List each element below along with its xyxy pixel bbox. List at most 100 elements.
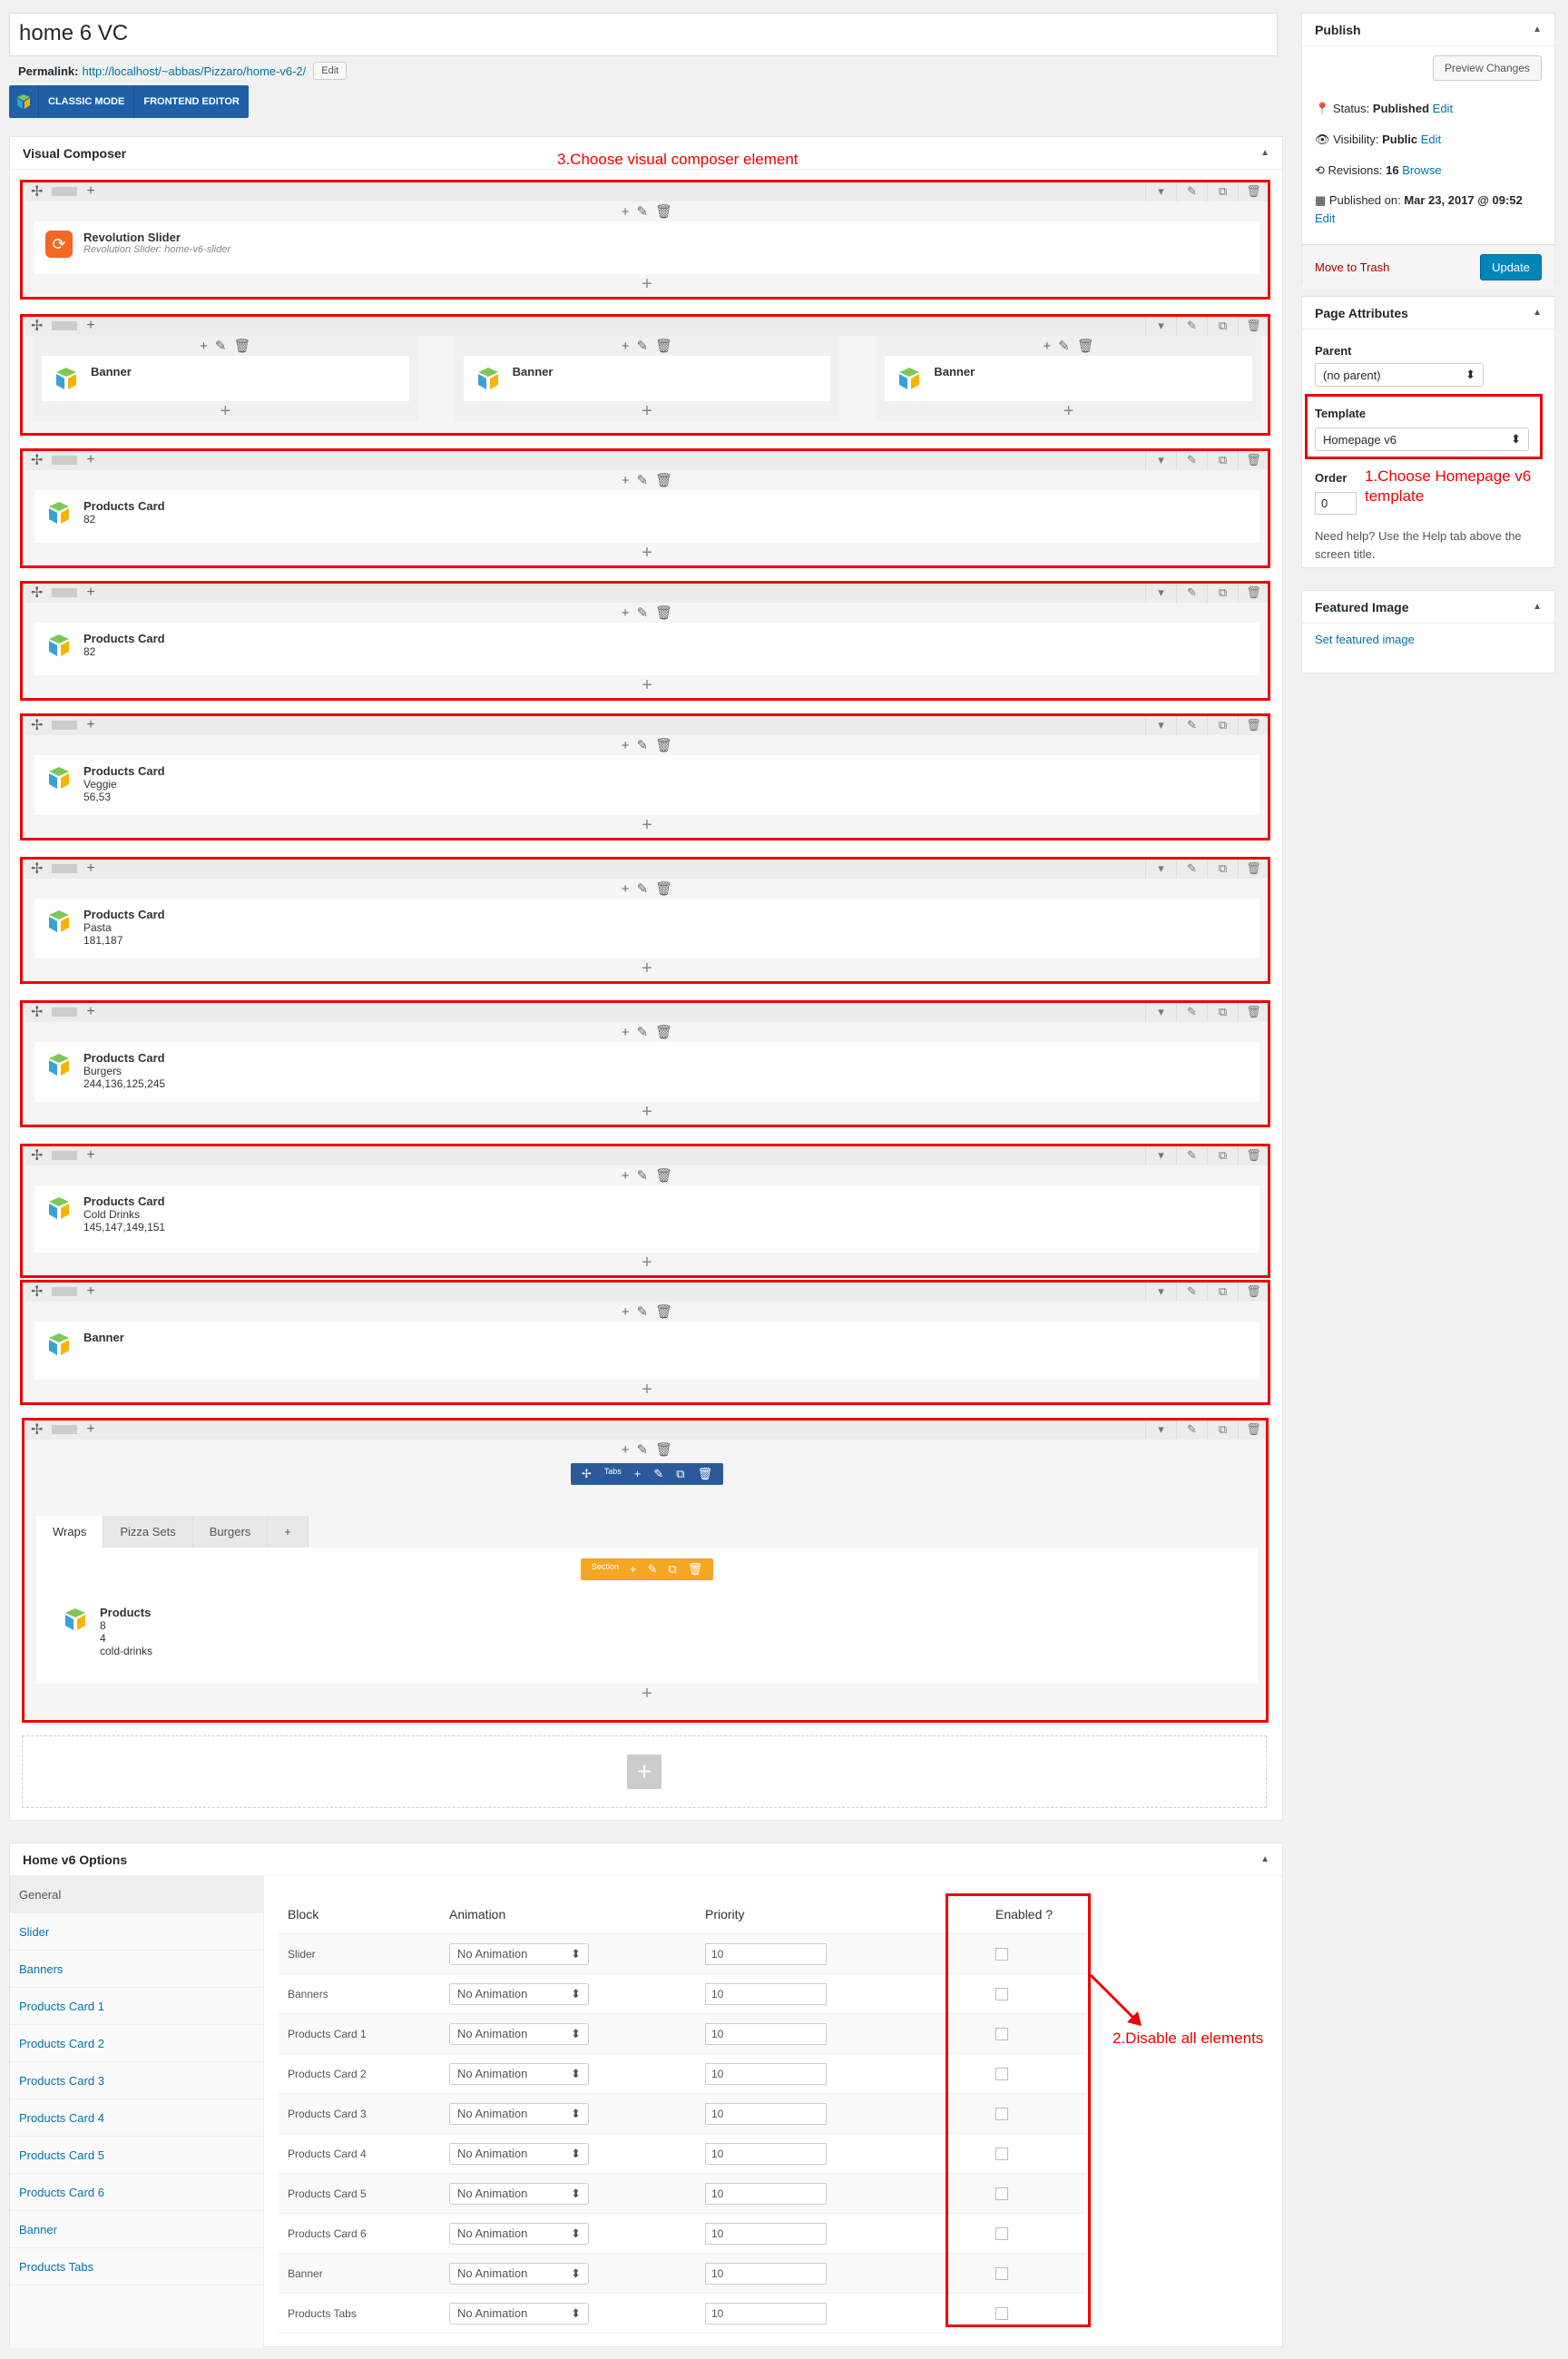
published-value: Mar 23, 2017 @ 09:52 bbox=[1404, 193, 1523, 207]
calendar-icon: ▦ bbox=[1315, 193, 1327, 207]
permalink-edit-button[interactable]: Edit bbox=[313, 62, 348, 80]
preview-changes-button[interactable]: Preview Changes bbox=[1432, 55, 1542, 81]
options-nav-item[interactable]: Products Card 5 bbox=[10, 2137, 263, 2174]
header-block: Block bbox=[288, 1906, 319, 1922]
options-title: Home v6 Options bbox=[23, 1852, 128, 1867]
published-edit-link[interactable]: Edit bbox=[1315, 211, 1335, 225]
options-nav-item[interactable]: Products Card 6 bbox=[10, 2174, 263, 2211]
animation-value: No Animation bbox=[457, 1987, 528, 2000]
select-arrow-icon: ⬍ bbox=[571, 1946, 581, 1961]
options-nav-item[interactable]: Products Tabs bbox=[10, 2248, 263, 2285]
parent-value: (no parent) bbox=[1323, 368, 1381, 382]
block-name: Banners bbox=[288, 1987, 328, 2000]
header-priority: Priority bbox=[705, 1906, 745, 1922]
history-icon: ⟲ bbox=[1315, 163, 1325, 177]
row-highlight bbox=[20, 448, 1270, 568]
annotation-choose-template: 1.Choose Homepage v6 template bbox=[1365, 467, 1532, 505]
status-value: Published bbox=[1372, 102, 1430, 115]
animation-value: No Animation bbox=[457, 2067, 528, 2080]
priority-input[interactable]: 10 bbox=[705, 2022, 827, 2045]
animation-value: No Animation bbox=[457, 2266, 528, 2280]
permalink: Permalink: http://localhost/~abbas/Pizza… bbox=[18, 62, 348, 80]
block-name: Products Card 3 bbox=[288, 2107, 367, 2120]
panel-title: Visual Composer bbox=[23, 145, 127, 161]
options-nav-item[interactable]: General bbox=[10, 1876, 263, 1913]
options-nav-item[interactable]: Products Card 2 bbox=[10, 2025, 263, 2062]
attributes-header[interactable]: Page Attributes ▲ bbox=[1302, 297, 1554, 329]
parent-select[interactable]: (no parent) ⬍ bbox=[1315, 363, 1484, 387]
priority-input[interactable]: 10 bbox=[705, 2142, 827, 2165]
collapse-icon[interactable]: ▲ bbox=[1260, 1854, 1269, 1864]
vc-logo-icon bbox=[9, 85, 38, 118]
help-text: Need help? Use the Help tab above the sc… bbox=[1315, 529, 1522, 561]
animation-select[interactable]: No Animation ⬍ bbox=[449, 2262, 589, 2285]
animation-select[interactable]: No Animation ⬍ bbox=[449, 2102, 589, 2125]
parent-label: Parent bbox=[1315, 344, 1352, 358]
collapse-icon[interactable]: ▲ bbox=[1533, 25, 1542, 34]
classic-mode-button[interactable]: CLASSIC MODE bbox=[38, 85, 133, 118]
select-arrow-icon: ⬍ bbox=[571, 2106, 581, 2120]
status-edit-link[interactable]: Edit bbox=[1433, 102, 1453, 115]
attributes-title: Page Attributes bbox=[1315, 305, 1408, 320]
priority-input[interactable]: 10 bbox=[705, 2062, 827, 2085]
add-element-icon[interactable]: + bbox=[627, 1755, 662, 1789]
order-input[interactable]: 0 bbox=[1315, 492, 1357, 515]
header-animation: Animation bbox=[449, 1906, 506, 1922]
priority-input[interactable]: 10 bbox=[705, 2302, 827, 2325]
update-button[interactable]: Update bbox=[1480, 254, 1542, 280]
row-highlight bbox=[20, 1144, 1270, 1278]
options-nav-item[interactable]: Banner bbox=[10, 2211, 263, 2248]
visibility-label: Visibility: bbox=[1333, 133, 1379, 146]
move-to-trash-link[interactable]: Move to Trash bbox=[1315, 260, 1389, 274]
block-name: Products Card 1 bbox=[288, 2027, 367, 2040]
row-highlight bbox=[20, 180, 1270, 300]
animation-select[interactable]: No Animation ⬍ bbox=[449, 2142, 589, 2165]
animation-select[interactable]: No Animation ⬍ bbox=[449, 1942, 589, 1965]
add-element-area[interactable]: + bbox=[22, 1735, 1267, 1808]
permalink-link[interactable]: http://localhost/~abbas/Pizzaro/home-v6-… bbox=[82, 64, 306, 78]
priority-input[interactable]: 10 bbox=[705, 1942, 827, 1965]
priority-input[interactable]: 10 bbox=[705, 1982, 827, 2005]
animation-select[interactable]: No Animation ⬍ bbox=[449, 1982, 589, 2005]
animation-select[interactable]: No Animation ⬍ bbox=[449, 2182, 589, 2205]
options-nav-item[interactable]: Products Card 4 bbox=[10, 2099, 263, 2137]
title-input[interactable]: home 6 VC bbox=[9, 13, 1278, 56]
row-highlight bbox=[20, 713, 1270, 840]
block-name: Products Card 2 bbox=[288, 2067, 367, 2080]
animation-select[interactable]: No Animation ⬍ bbox=[449, 2022, 589, 2045]
animation-select[interactable]: No Animation ⬍ bbox=[449, 2062, 589, 2085]
pin-icon: 📍 bbox=[1315, 102, 1330, 115]
animation-select[interactable]: No Animation ⬍ bbox=[449, 2302, 589, 2325]
frontend-editor-button[interactable]: FRONTEND EDITOR bbox=[133, 85, 249, 118]
featured-header[interactable]: Featured Image ▲ bbox=[1302, 591, 1554, 624]
options-nav-item[interactable]: Products Card 3 bbox=[10, 2062, 263, 2099]
browse-link[interactable]: Browse bbox=[1402, 163, 1441, 177]
visibility-edit-link[interactable]: Edit bbox=[1421, 133, 1441, 146]
set-featured-image-link[interactable]: Set featured image bbox=[1315, 633, 1415, 646]
publish-title: Publish bbox=[1315, 22, 1361, 37]
options-nav-item[interactable]: Slider bbox=[10, 1913, 263, 1951]
vc-mode-toggle: CLASSIC MODE FRONTEND EDITOR bbox=[9, 85, 249, 118]
row-highlight bbox=[20, 314, 1270, 436]
options-header[interactable]: Home v6 Options ▲ bbox=[10, 1843, 1282, 1876]
collapse-icon[interactable]: ▲ bbox=[1533, 308, 1542, 318]
publish-box: Publish ▲ Preview Changes 📍 Status: Publi… bbox=[1301, 13, 1555, 290]
collapse-icon[interactable]: ▲ bbox=[1533, 602, 1542, 612]
collapse-icon[interactable]: ▲ bbox=[1260, 148, 1269, 158]
publish-header[interactable]: Publish ▲ bbox=[1302, 14, 1554, 46]
priority-input[interactable]: 10 bbox=[705, 2102, 827, 2125]
options-nav-item[interactable]: Products Card 1 bbox=[10, 1988, 263, 2025]
eye-icon: 👁 bbox=[1315, 133, 1330, 146]
priority-input[interactable]: 10 bbox=[705, 2262, 827, 2285]
animation-select[interactable]: No Animation ⬍ bbox=[449, 2222, 589, 2245]
priority-input[interactable]: 10 bbox=[705, 2182, 827, 2205]
animation-value: No Animation bbox=[457, 2306, 528, 2320]
permalink-label: Permalink: bbox=[18, 64, 79, 78]
block-name: Products Card 6 bbox=[288, 2226, 367, 2240]
options-nav: General Slider Banners Products Card 1 Produ… bbox=[10, 1876, 264, 2348]
visibility-row: 👁 Visibility: Public Edit bbox=[1315, 124, 1542, 155]
options-nav-item[interactable]: Banners bbox=[10, 1951, 263, 1988]
priority-input[interactable]: 10 bbox=[705, 2222, 827, 2245]
featured-title: Featured Image bbox=[1315, 599, 1409, 614]
row-highlight bbox=[20, 1000, 1270, 1127]
